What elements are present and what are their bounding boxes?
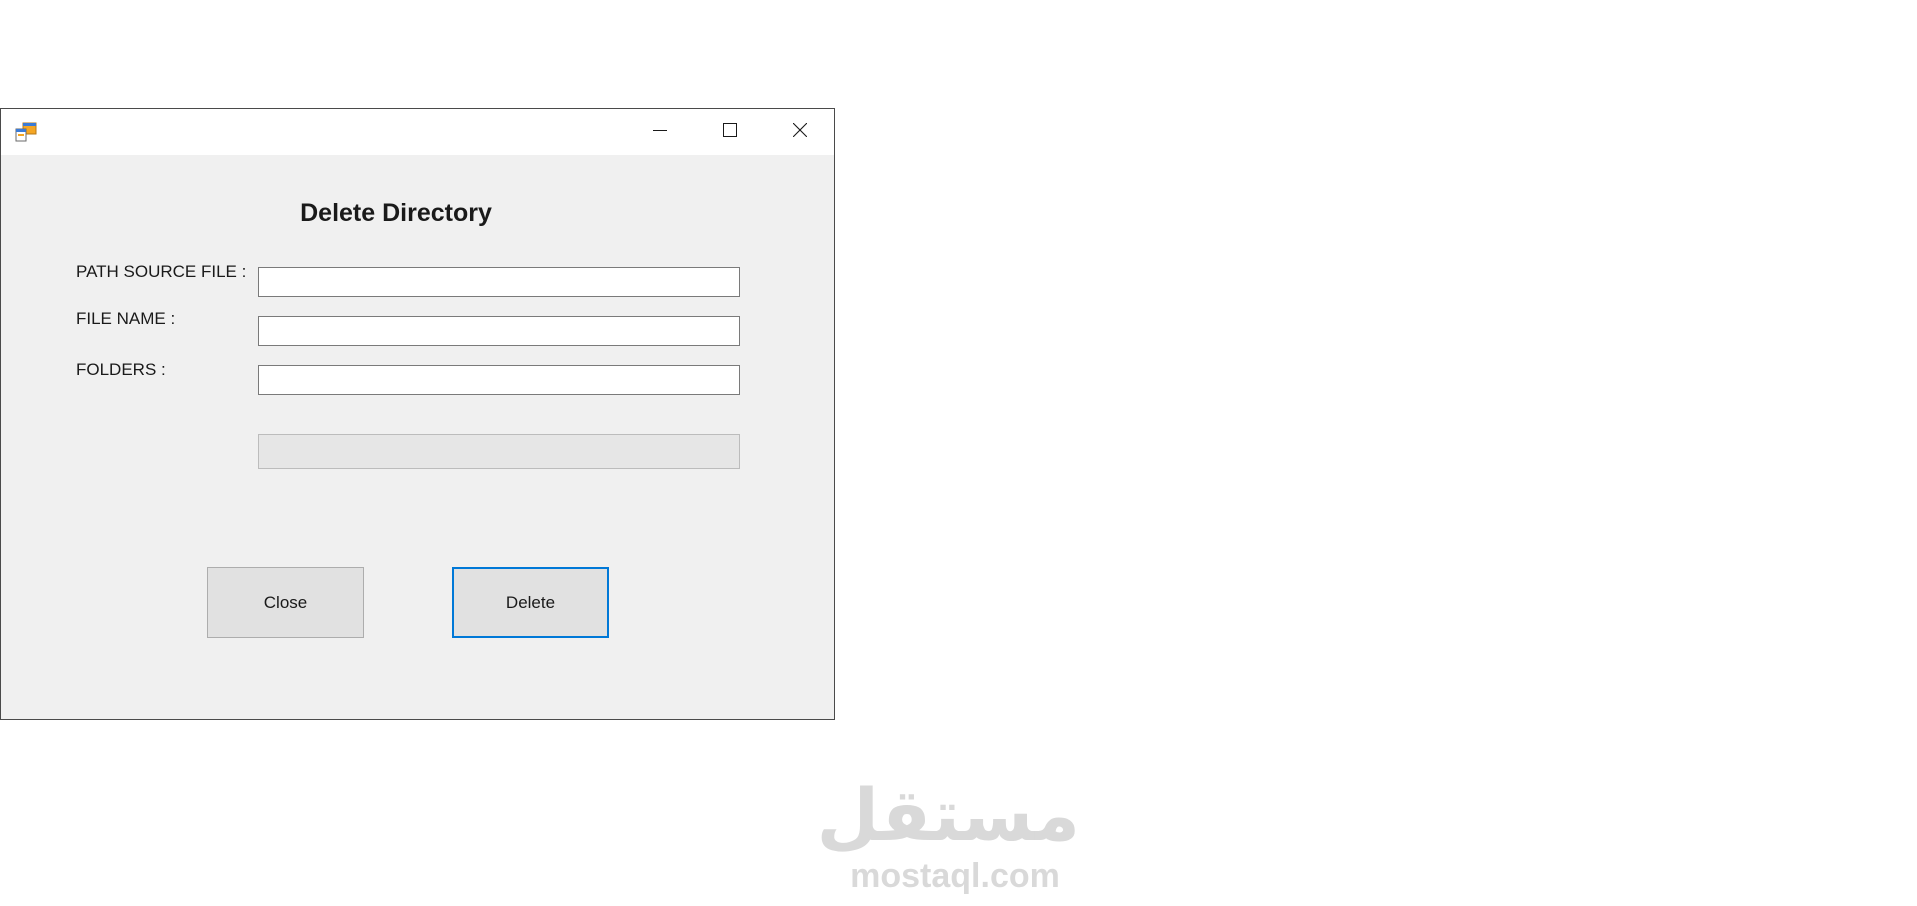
close-window-button[interactable] (765, 109, 835, 155)
minimize-icon (653, 123, 667, 142)
watermark-latin-text: mostaql.com (850, 857, 1060, 895)
delete-button[interactable]: Delete (452, 567, 609, 638)
form-body: Delete Directory PATH SOURCE FILE : FILE… (1, 155, 834, 719)
maximize-button[interactable] (695, 109, 765, 155)
minimize-button[interactable] (625, 109, 695, 155)
folders-input[interactable] (258, 365, 740, 395)
file-name-label: FILE NAME : (76, 309, 176, 328)
file-name-input[interactable] (258, 316, 740, 346)
watermark-arabic-text: مستقل (816, 773, 1080, 857)
folders-label: FOLDERS : (76, 360, 166, 379)
progress-bar (258, 434, 740, 469)
watermark-logo: مستقل mostaql.com (816, 773, 1080, 895)
path-source-input[interactable] (258, 267, 740, 297)
app-icon[interactable] (15, 122, 37, 142)
path-source-label: PATH SOURCE FILE : (76, 262, 247, 281)
form-heading: Delete Directory (300, 199, 492, 227)
maximize-icon (723, 122, 737, 142)
close-icon (792, 122, 808, 142)
screen: Delete Directory PATH SOURCE FILE : FILE… (0, 0, 1917, 906)
close-button[interactable]: Close (207, 567, 364, 638)
title-bar[interactable] (1, 109, 834, 155)
delete-directory-window: Delete Directory PATH SOURCE FILE : FILE… (0, 108, 835, 720)
